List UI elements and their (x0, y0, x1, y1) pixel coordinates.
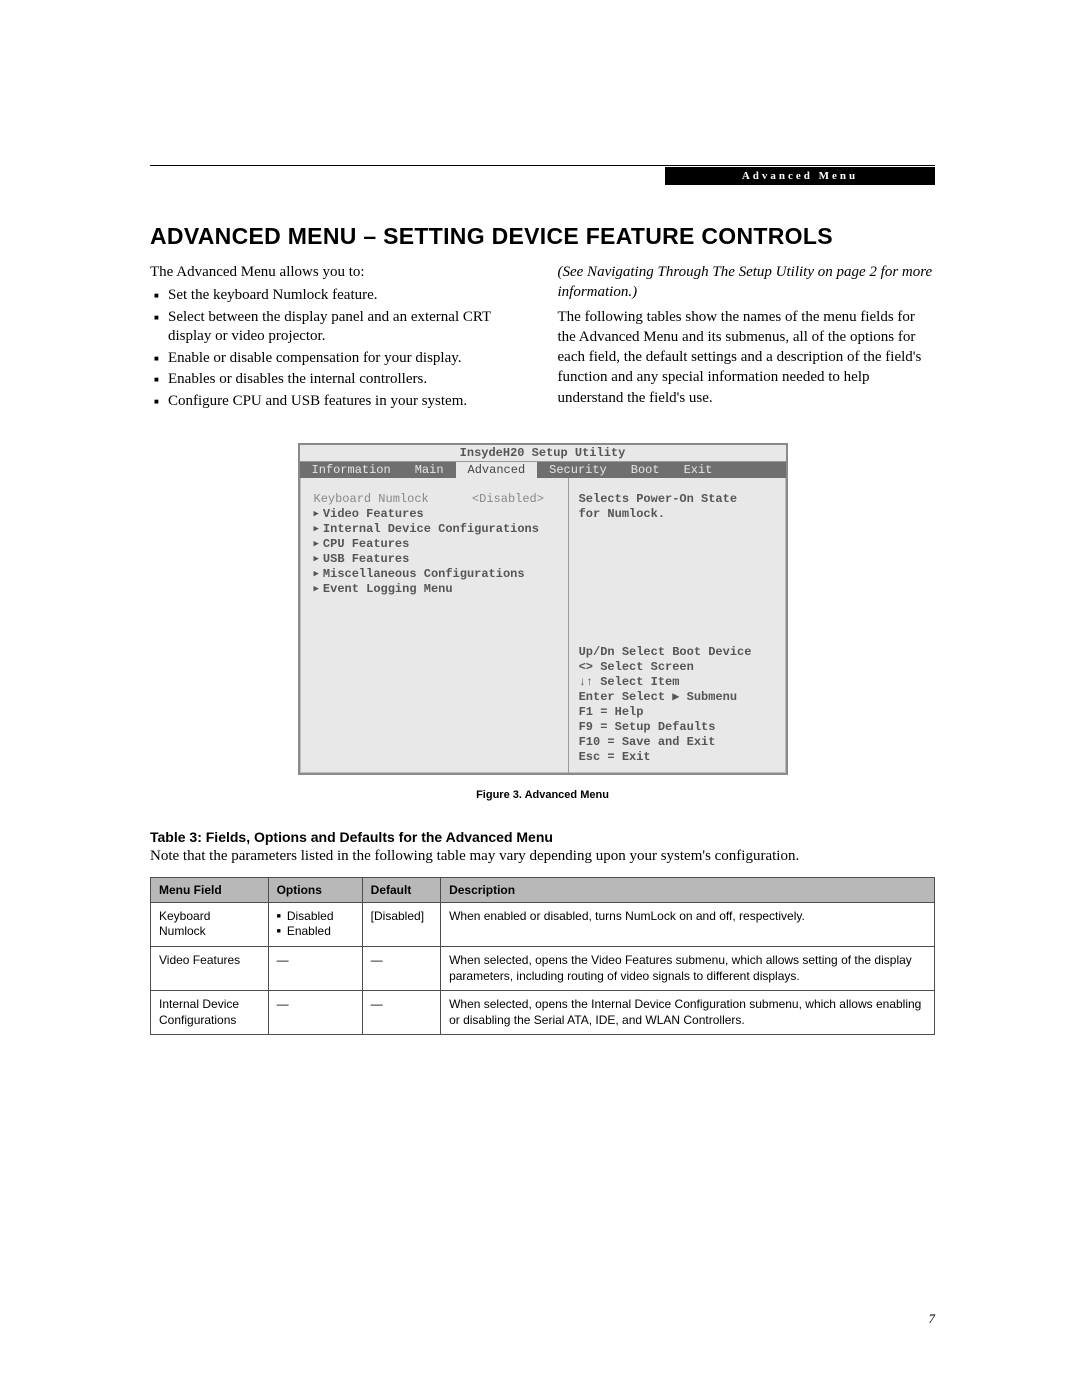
cell-options: Disabled Enabled (268, 902, 362, 946)
bios-help-text: Selects Power-On State for Numlock. (579, 492, 776, 522)
key-line: Esc = Exit (579, 750, 776, 765)
bios-numlock-value: <Disabled> (472, 492, 544, 506)
page-number: 7 (929, 1311, 936, 1327)
cell-field: Video Features (151, 946, 269, 990)
option-item: Enabled (277, 924, 354, 940)
intro-line: The Advanced Menu allows you to: (150, 262, 528, 282)
bios-item-idc[interactable]: Internal Device Configurations (314, 522, 560, 536)
figure-caption: Figure 3. Advanced Menu (298, 789, 788, 801)
table-row: Keyboard Numlock Disabled Enabled [Disab… (151, 902, 935, 946)
key-line: ↓↑ Select Item (579, 675, 776, 690)
table-title: Table 3: Fields, Options and Defaults fo… (150, 829, 935, 845)
fields-table: Menu Field Options Default Description K… (150, 877, 935, 1036)
table-row: Internal Device Configurations — — When … (151, 991, 935, 1035)
cell-default: — (362, 946, 440, 990)
bios-tab-advanced[interactable]: Advanced (456, 462, 538, 478)
help-line: for Numlock. (579, 507, 776, 522)
cell-field: Keyboard Numlock (151, 902, 269, 946)
top-rule (150, 165, 935, 166)
th-options: Options (268, 877, 362, 902)
bios-item-event[interactable]: Event Logging Menu (314, 582, 560, 596)
bios-tab-boot[interactable]: Boot (619, 462, 672, 478)
bios-tab-security[interactable]: Security (537, 462, 619, 478)
option-item: Disabled (277, 909, 354, 925)
bios-right-pane: Selects Power-On State for Numlock. Up/D… (569, 478, 786, 773)
key-line: F10 = Save and Exit (579, 735, 776, 750)
bios-item-misc[interactable]: Miscellaneous Configurations (314, 567, 560, 581)
bios-tab-main[interactable]: Main (403, 462, 456, 478)
cell-desc: When enabled or disabled, turns NumLock … (441, 902, 935, 946)
bios-body: Keyboard Numlock <Disabled> Video Featur… (300, 478, 786, 773)
bios-key-legend: Up/Dn Select Boot Device <> Select Scree… (579, 645, 776, 765)
page: Advanced Menu ADVANCED MENU – SETTING DE… (0, 0, 1080, 1397)
bios-title: InsydeH20 Setup Utility (300, 445, 786, 462)
bios-item-usb[interactable]: USB Features (314, 552, 560, 566)
bios-tab-information[interactable]: Information (300, 462, 403, 478)
help-line: Selects Power-On State (579, 492, 776, 507)
key-line: Enter Select ▶ Submenu (579, 690, 776, 705)
table-header-row: Menu Field Options Default Description (151, 877, 935, 902)
cell-options: — (268, 991, 362, 1035)
key-line: Up/Dn Select Boot Device (579, 645, 776, 660)
bios-item-cpu[interactable]: CPU Features (314, 537, 560, 551)
bullet: Enables or disables the internal control… (168, 370, 528, 390)
see-note: (See Navigating Through The Setup Utilit… (558, 262, 936, 303)
page-title: ADVANCED MENU – SETTING DEVICE FEATURE C… (150, 223, 935, 250)
bios-screenshot: InsydeH20 Setup Utility Information Main… (298, 443, 788, 801)
intro-columns: The Advanced Menu allows you to: Set the… (150, 262, 935, 413)
bios-tabs: Information Main Advanced Security Boot … (300, 462, 786, 478)
bios-numlock-row[interactable]: Keyboard Numlock <Disabled> (314, 492, 560, 506)
cell-desc: When selected, opens the Video Features … (441, 946, 935, 990)
bullet: Select between the display panel and an … (168, 308, 528, 347)
th-menu-field: Menu Field (151, 877, 269, 902)
right-column: (See Navigating Through The Setup Utilit… (558, 262, 936, 413)
cell-field: Internal Device Configurations (151, 991, 269, 1035)
bios-tab-exit[interactable]: Exit (672, 462, 725, 478)
key-line: F1 = Help (579, 705, 776, 720)
key-line: <> Select Screen (579, 660, 776, 675)
right-paragraph: The following tables show the names of t… (558, 307, 936, 408)
bullet: Configure CPU and USB features in your s… (168, 392, 528, 412)
intro-bullets: Set the keyboard Numlock feature. Select… (150, 286, 528, 411)
bios-item-video[interactable]: Video Features (314, 507, 560, 521)
table-row: Video Features — — When selected, opens … (151, 946, 935, 990)
key-line: F9 = Setup Defaults (579, 720, 776, 735)
bios-box: InsydeH20 Setup Utility Information Main… (298, 443, 788, 775)
cell-desc: When selected, opens the Internal Device… (441, 991, 935, 1035)
cell-default: — (362, 991, 440, 1035)
th-description: Description (441, 877, 935, 902)
cell-options: — (268, 946, 362, 990)
bios-numlock-label: Keyboard Numlock (314, 492, 429, 506)
bullet: Enable or disable compensation for your … (168, 349, 528, 369)
left-column: The Advanced Menu allows you to: Set the… (150, 262, 528, 413)
th-default: Default (362, 877, 440, 902)
table-note: Note that the parameters listed in the f… (150, 847, 935, 867)
bullet: Set the keyboard Numlock feature. (168, 286, 528, 306)
bios-left-pane: Keyboard Numlock <Disabled> Video Featur… (300, 478, 569, 773)
header-badge: Advanced Menu (665, 167, 935, 185)
cell-default: [Disabled] (362, 902, 440, 946)
